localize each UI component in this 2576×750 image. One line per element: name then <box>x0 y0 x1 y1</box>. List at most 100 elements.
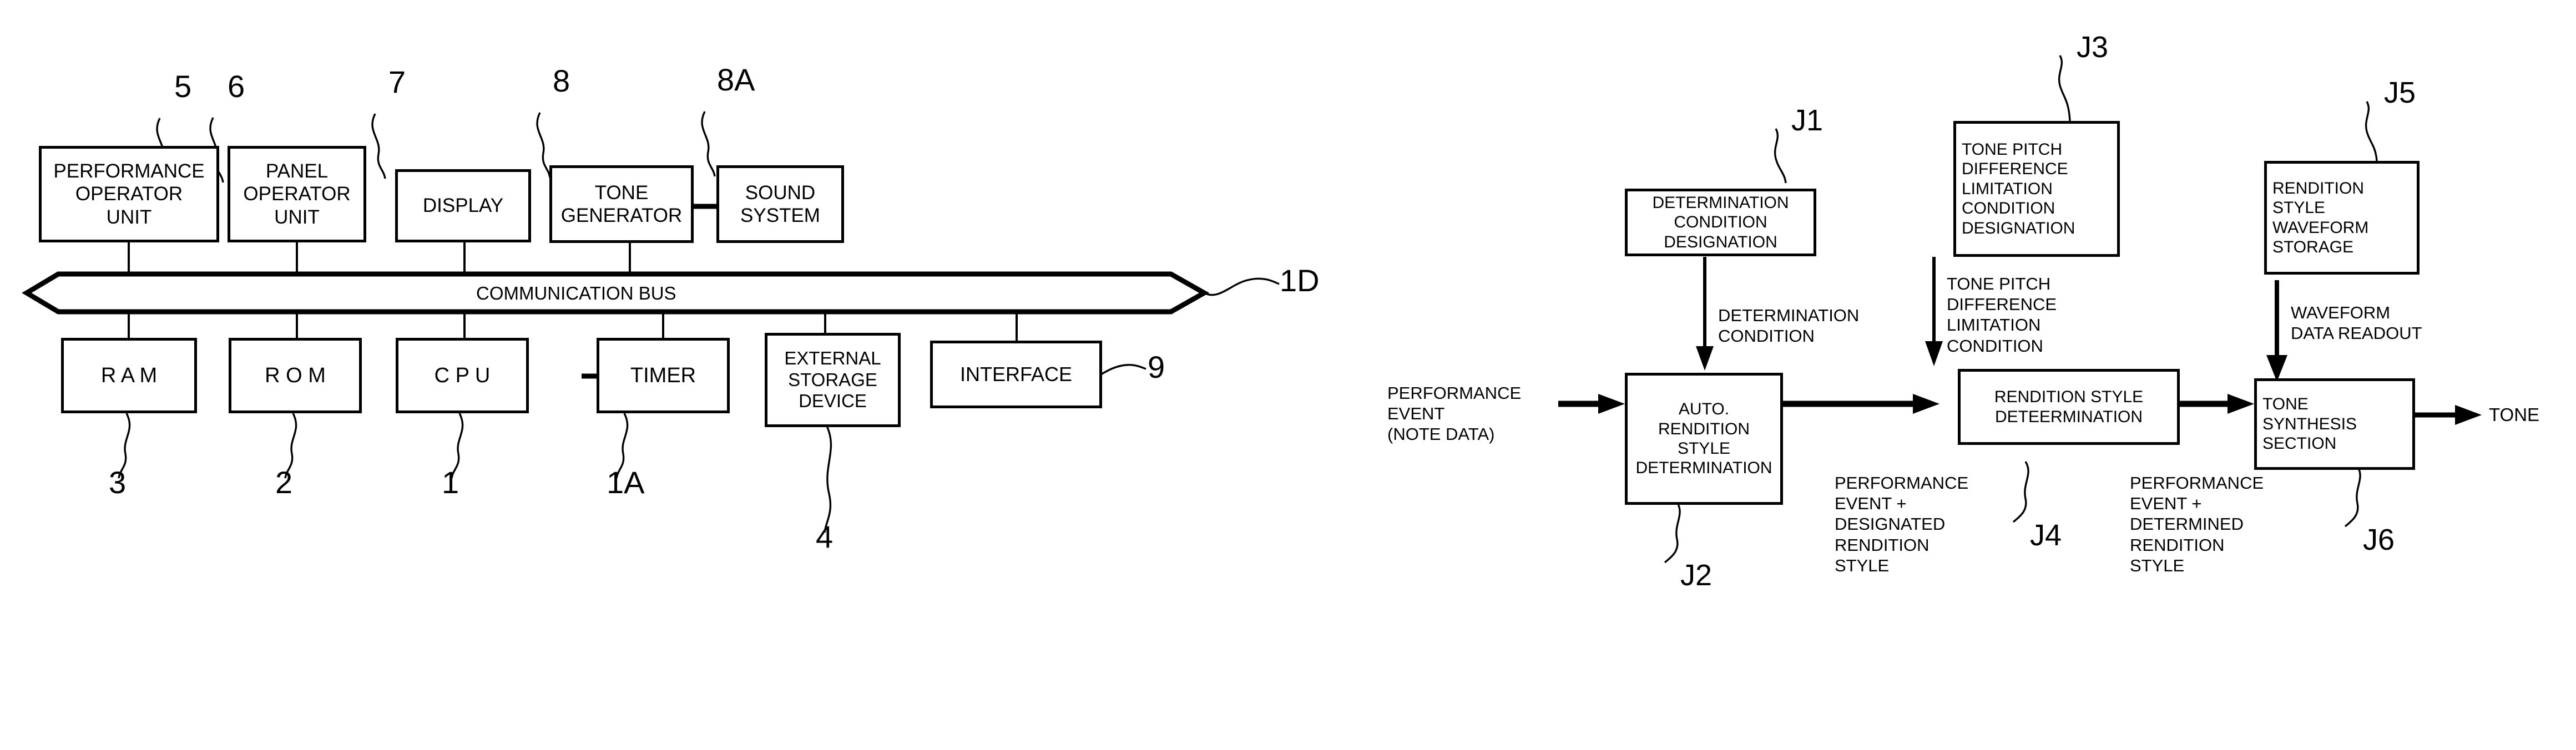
ref-numeral-6: 6 <box>228 69 245 104</box>
ref-numeral-1d: 1D <box>1280 263 1320 298</box>
box-line: TONE PITCH <box>1962 140 2063 159</box>
label-line: RENDITION <box>2130 535 2225 555</box>
box-line: DETERMINATION <box>1652 193 1789 212</box>
label-line: DIFFERENCE <box>1947 295 2057 315</box>
box-display[interactable]: DISPLAY <box>395 169 531 242</box>
ref-numeral-j6: J6 <box>2363 523 2395 556</box>
arrow-tone-pitch-difference-limitation-condition <box>1925 257 1943 366</box>
ref-numeral-8a: 8A <box>717 62 755 97</box>
box-line: WAVEFORM <box>2272 218 2369 237</box>
output-label-tone: TONE <box>2489 404 2540 425</box>
communication-bus-label: COMMUNICATION BUS <box>476 283 676 303</box>
box-line: RENDITION <box>2272 179 2364 197</box>
label-line: DETERMINATION <box>1718 306 1860 325</box>
box-line: AUTO. <box>1678 400 1730 419</box>
leader-line-bus <box>1204 277 1280 296</box>
ref-numeral-j4: J4 <box>2030 519 2062 552</box>
label-line: (NOTE DATA) <box>1387 424 1495 444</box>
box-line: TIMER <box>630 363 696 387</box>
label-line: STYLE <box>1835 555 1890 575</box>
box-line: DESIGNATION <box>1962 219 2075 237</box>
box-line: C P U <box>434 363 491 387</box>
box-panel-operator-unit[interactable]: PANEL OPERATOR UNIT <box>228 146 366 242</box>
ref-numeral-9: 9 <box>1148 349 1165 384</box>
bus-drop-lines-top <box>128 242 631 274</box>
ref-numeral-5: 5 <box>174 69 192 104</box>
box-rendition-style-determination[interactable]: RENDITION STYLE DETEERMINATION <box>1958 369 2180 445</box>
box-line: EXTERNAL <box>784 347 881 368</box>
arrow-tone-out <box>2413 405 2482 425</box>
box-line: CONDITION <box>1962 199 2055 218</box>
box-line: INTERFACE <box>959 362 1073 386</box>
box-line: OPERATOR <box>243 183 351 205</box>
box-line: STORAGE <box>788 369 877 390</box>
ref-numeral-j5: J5 <box>2384 76 2416 109</box>
leader-line-j1 <box>1774 128 1787 184</box>
box-line: TONE <box>2262 395 2309 414</box>
edge-label-tone-pitch-difference-limitation-condition: TONE PITCH DIFFERENCE LIMITATION CONDITION <box>1947 273 2057 356</box>
edge-label-waveform-data-readout: WAVEFORM DATA READOUT <box>2291 302 2422 343</box>
box-line: DEVICE <box>799 391 867 412</box>
box-line: DESIGNATION <box>1664 232 1777 251</box>
label-line: STYLE <box>2130 555 2185 575</box>
box-line: GENERATOR <box>560 205 683 226</box>
box-external-storage-device[interactable]: EXTERNAL STORAGE DEVICE <box>765 333 901 427</box>
label-line: CONDITION <box>1718 326 1815 346</box>
box-line: SYSTEM <box>740 205 820 226</box>
box-determination-condition-designation[interactable]: DETERMINATION CONDITION DESIGNATION <box>1625 189 1816 256</box>
box-tone-generator[interactable]: TONE GENERATOR <box>549 165 694 243</box>
box-line: SYNTHESIS <box>2262 414 2357 433</box>
arrow-j4-to-j6 <box>2177 394 2254 414</box>
leader-lines-bottom <box>118 413 832 533</box>
box-line: OPERATOR <box>75 183 183 205</box>
box-rom[interactable]: R O M <box>229 338 362 413</box>
box-sound-system[interactable]: SOUND SYSTEM <box>716 165 844 243</box>
box-line: DIFFERENCE <box>1962 160 2068 179</box>
box-interface[interactable]: INTERFACE <box>930 341 1102 408</box>
box-line: STYLE <box>2272 199 2326 217</box>
leader-line-j3 <box>2058 55 2071 121</box>
label-line: RENDITION <box>1835 535 1930 555</box>
label-line: PERFORMANCE <box>1835 473 1969 493</box>
box-line: STORAGE <box>2272 237 2354 256</box>
box-line: SOUND <box>745 181 816 204</box>
label-line: PERFORMANCE <box>1387 383 1522 403</box>
input-label-performance-event: PERFORMANCE EVENT (NOTE DATA) <box>1387 383 1521 445</box>
label-line: TONE PITCH <box>1947 274 2051 293</box>
arrow-performance-event-in <box>1558 394 1625 414</box>
box-cpu[interactable]: C P U <box>396 338 529 413</box>
box-tone-synthesis-section[interactable]: TONE SYNTHESIS SECTION <box>2254 378 2415 470</box>
box-line: DISPLAY <box>422 195 504 217</box>
ref-numeral-j2: J2 <box>1680 559 1713 592</box>
leader-line-j2 <box>1664 501 1681 564</box>
label-line: DATA READOUT <box>2291 323 2422 343</box>
box-line: CONDITION <box>1674 213 1767 232</box>
box-line: DETEERMINATION <box>1994 407 2143 426</box>
box-tone-pitch-difference-limitation-condition-designation[interactable]: TONE PITCH DIFFERENCE LIMITATION CONDITI… <box>1953 121 2120 257</box>
ref-numeral-4: 4 <box>816 519 834 554</box>
ref-numeral-3: 3 <box>109 465 127 500</box>
edge-label-event-plus-designated-style: PERFORMANCE EVENT + DESIGNATED RENDITION STY… <box>1835 473 1968 576</box>
box-timer[interactable]: TIMER <box>597 338 730 413</box>
leader-line-j5 <box>2365 101 2378 161</box>
box-line: R A M <box>100 363 158 387</box>
box-line: DETERMINATION <box>1635 459 1772 478</box>
label-line: LIMITATION <box>1947 315 2041 335</box>
box-ram[interactable]: R A M <box>61 338 197 413</box>
label-line: PERFORMANCE <box>2130 473 2264 493</box>
box-line: RENDITION STYLE <box>1994 388 2144 407</box>
box-auto-rendition-style-determination[interactable]: AUTO. RENDITION STYLE DETERMINATION <box>1625 373 1783 505</box>
edge-label-determination-condition: DETERMINATION CONDITION <box>1718 305 1859 346</box>
connector-layer <box>22 55 2482 564</box>
leader-line-j6 <box>2344 465 2361 528</box>
ref-numeral-8: 8 <box>553 63 570 98</box>
box-line: STYLE <box>1677 439 1731 458</box>
box-line: TONE <box>594 181 649 204</box>
box-line: UNIT <box>106 206 152 228</box>
box-line: UNIT <box>274 206 320 228</box>
box-rendition-style-waveform-storage[interactable]: RENDITION STYLE WAVEFORM STORAGE <box>2264 161 2420 275</box>
label-line: CONDITION <box>1947 336 2043 356</box>
ref-numeral-1a: 1A <box>607 465 645 500</box>
ref-numeral-7: 7 <box>388 64 406 99</box>
box-performance-operator-unit[interactable]: PERFORMANCE OPERATOR UNIT <box>39 146 219 242</box>
